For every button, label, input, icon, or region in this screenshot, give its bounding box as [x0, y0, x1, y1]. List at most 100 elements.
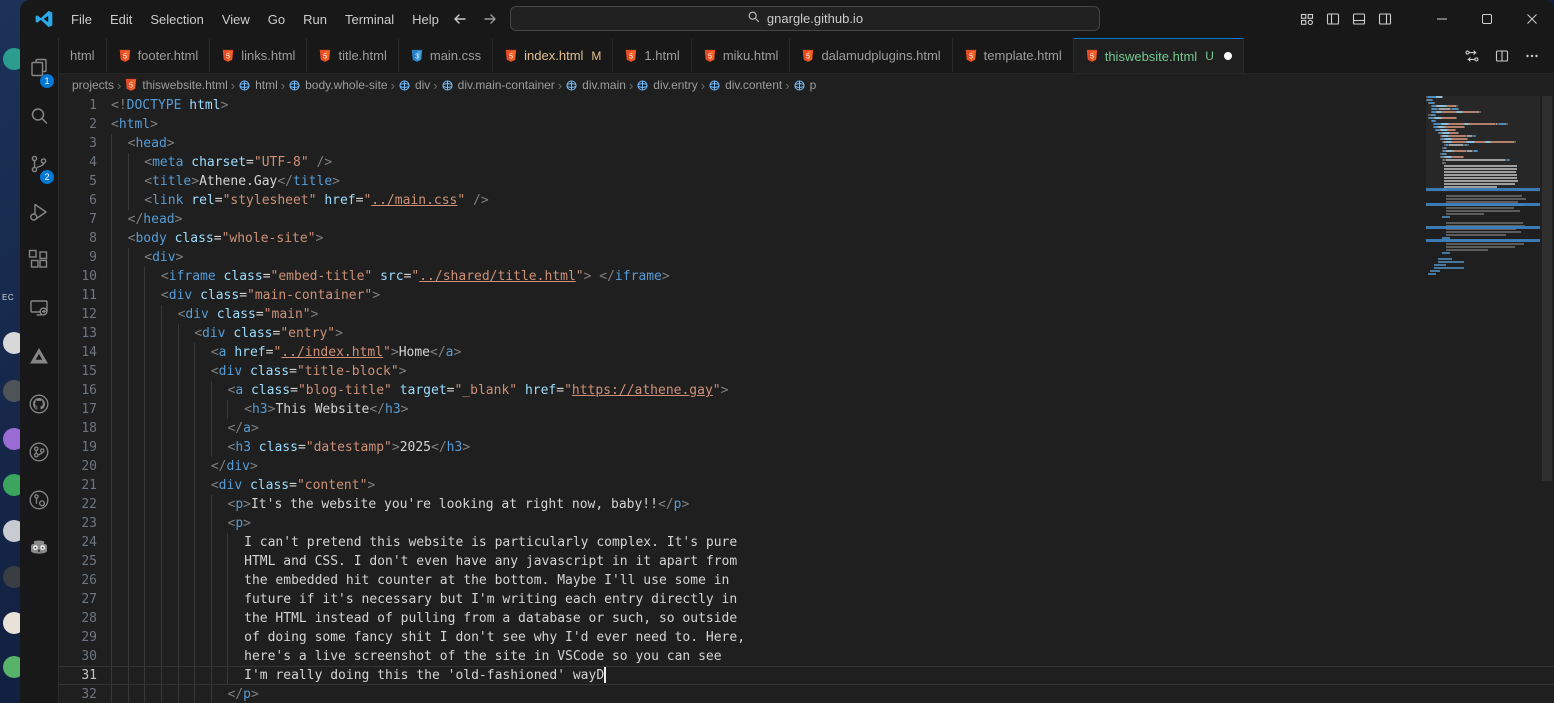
code-line[interactable]: 3<head> — [59, 134, 1554, 153]
code-line[interactable]: 4<meta charset="UTF-8" /> — [59, 153, 1554, 172]
tab-template.html[interactable]: 5template.html — [953, 38, 1074, 72]
menu-edit[interactable]: Edit — [101, 8, 141, 31]
code-line[interactable]: 1<!DOCTYPE html> — [59, 96, 1554, 115]
open-changes-icon[interactable] — [1464, 48, 1480, 64]
back-arrow-icon[interactable] — [452, 11, 468, 27]
vertical-scrollbar[interactable] — [1540, 96, 1554, 703]
code-line[interactable]: 7</head> — [59, 210, 1554, 229]
desktop-icon[interactable] — [3, 520, 20, 542]
tab-footer.html[interactable]: 5footer.html — [107, 38, 211, 72]
code-line[interactable]: 26the embedded hit counter at the bottom… — [59, 571, 1554, 590]
breadcrumb-item-body.whole-site[interactable]: body.whole-site — [288, 78, 388, 92]
code-line[interactable]: 32</p> — [59, 685, 1554, 703]
code-line[interactable]: 30here's a live screenshot of the site i… — [59, 647, 1554, 666]
desktop-icon[interactable] — [3, 332, 20, 354]
code-line[interactable]: 13<div class="entry"> — [59, 324, 1554, 343]
code-line[interactable]: 15<div class="title-block"> — [59, 362, 1554, 381]
breadcrumb-item-projects[interactable]: projects — [72, 78, 114, 92]
code-line[interactable]: 27future if it's necessary but I'm writi… — [59, 590, 1554, 609]
breadcrumb-item-div[interactable]: div — [398, 78, 430, 92]
forward-arrow-icon[interactable] — [482, 11, 498, 27]
code-line[interactable]: 6<link rel="stylesheet" href="../main.cs… — [59, 191, 1554, 210]
link-text[interactable]: ../shared/title.html — [419, 269, 576, 284]
breadcrumb-item-div.main-container[interactable]: div.main-container — [441, 78, 555, 92]
scrollbar-slider[interactable] — [1542, 96, 1552, 481]
tab-index.html[interactable]: 5index.htmlM — [493, 38, 613, 72]
desktop-icon[interactable] — [3, 428, 20, 450]
code-line[interactable]: 22<p>It's the website you're looking at … — [59, 495, 1554, 514]
toggle-sidebar-right-icon[interactable] — [1377, 11, 1393, 27]
activity-item-source-control[interactable]: 2 — [20, 142, 58, 190]
code-line[interactable]: 8<body class="whole-site"> — [59, 229, 1554, 248]
command-center-search[interactable]: gnargle.github.io — [510, 6, 1100, 31]
link-text[interactable]: https://athene.gay — [572, 383, 713, 398]
code-line[interactable]: 9<div> — [59, 248, 1554, 267]
minimize-button[interactable] — [1419, 0, 1464, 38]
menu-terminal[interactable]: Terminal — [336, 8, 403, 31]
menu-run[interactable]: Run — [294, 8, 336, 31]
breadcrumb-item-div.main[interactable]: div.main — [565, 78, 626, 92]
customize-layout-icon[interactable] — [1299, 11, 1315, 27]
activity-item-git-graph[interactable] — [20, 430, 58, 478]
code-line[interactable]: 11<div class="main-container"> — [59, 286, 1554, 305]
desktop-icon[interactable] — [3, 474, 20, 496]
tab-1.html[interactable]: 51.html — [613, 38, 691, 72]
desktop-icon[interactable] — [3, 612, 20, 634]
tab-html[interactable]: html — [59, 38, 107, 72]
activity-item-git-history[interactable] — [20, 478, 58, 526]
breadcrumb-item-p[interactable]: p — [793, 78, 817, 92]
maximize-button[interactable] — [1464, 0, 1509, 38]
code-line[interactable]: 18</a> — [59, 419, 1554, 438]
code-area[interactable]: 1<!DOCTYPE html>2<html>3<head>4<meta cha… — [59, 96, 1554, 703]
desktop-icon[interactable] — [3, 656, 20, 678]
split-editor-icon[interactable] — [1494, 48, 1510, 64]
menu-selection[interactable]: Selection — [141, 8, 212, 31]
code-line[interactable]: 23<p> — [59, 514, 1554, 533]
code-line[interactable]: 28the HTML instead of pulling from a dat… — [59, 609, 1554, 628]
activity-item-a-logo[interactable] — [20, 334, 58, 382]
desktop-icon[interactable] — [3, 566, 20, 588]
activity-item-github[interactable] — [20, 382, 58, 430]
activity-item-run-debug[interactable] — [20, 190, 58, 238]
breadcrumb-item-div.content[interactable]: div.content — [708, 78, 782, 92]
code-line[interactable]: 31I'm really doing this the 'old-fashion… — [59, 666, 1554, 685]
code-line[interactable]: 2<html> — [59, 115, 1554, 134]
code-line[interactable]: 24I can't pretend this website is partic… — [59, 533, 1554, 552]
tab-title.html[interactable]: 5title.html — [307, 38, 398, 72]
breadcrumb-item-div.entry[interactable]: div.entry — [636, 78, 697, 92]
activity-item-explorer[interactable]: 1 — [20, 46, 58, 94]
menu-help[interactable]: Help — [403, 8, 448, 31]
code-line[interactable]: 16<a class="blog-title" target="_blank" … — [59, 381, 1554, 400]
activity-item-remote-explorer[interactable] — [20, 286, 58, 334]
more-actions-icon[interactable] — [1524, 48, 1540, 64]
activity-item-extensions[interactable] — [20, 238, 58, 286]
code-line[interactable]: 29of doing some fancy shit I don't see w… — [59, 628, 1554, 647]
code-line[interactable]: 21<div class="content"> — [59, 476, 1554, 495]
tab-miku.html[interactable]: 5miku.html — [692, 38, 791, 72]
menu-go[interactable]: Go — [259, 8, 294, 31]
code-line[interactable]: 20</div> — [59, 457, 1554, 476]
menu-file[interactable]: File — [62, 8, 101, 31]
code-line[interactable]: 17<h3>This Website</h3> — [59, 400, 1554, 419]
activity-item-godot[interactable] — [20, 526, 58, 574]
code-line[interactable]: 10<iframe class="embed-title" src="../sh… — [59, 267, 1554, 286]
link-text[interactable]: ../main.css — [371, 193, 457, 208]
code-line[interactable]: 19<h3 class="datestamp">2025</h3> — [59, 438, 1554, 457]
tab-dalamudplugins.html[interactable]: 5dalamudplugins.html — [790, 38, 952, 72]
desktop-icon[interactable] — [3, 380, 20, 402]
desktop-icon[interactable] — [3, 48, 20, 70]
code-line[interactable]: 25HTML and CSS. I don't even have any ja… — [59, 552, 1554, 571]
unsaved-dot-icon[interactable] — [1224, 52, 1232, 60]
tab-links.html[interactable]: 5links.html — [210, 38, 307, 72]
toggle-panel-icon[interactable] — [1351, 11, 1367, 27]
tab-main.css[interactable]: 3main.css — [399, 38, 493, 72]
code-line[interactable]: 12<div class="main"> — [59, 305, 1554, 324]
tab-thiswebsite.html[interactable]: 5thiswebsite.htmlU — [1074, 38, 1244, 73]
code-line[interactable]: 5<title>Athene.Gay</title> — [59, 172, 1554, 191]
code-line[interactable]: 14<a href="../index.html">Home</a> — [59, 343, 1554, 362]
toggle-sidebar-left-icon[interactable] — [1325, 11, 1341, 27]
close-button[interactable] — [1509, 0, 1554, 38]
activity-item-search[interactable] — [20, 94, 58, 142]
link-text[interactable]: ../index.html — [281, 345, 383, 360]
menu-view[interactable]: View — [213, 8, 259, 31]
